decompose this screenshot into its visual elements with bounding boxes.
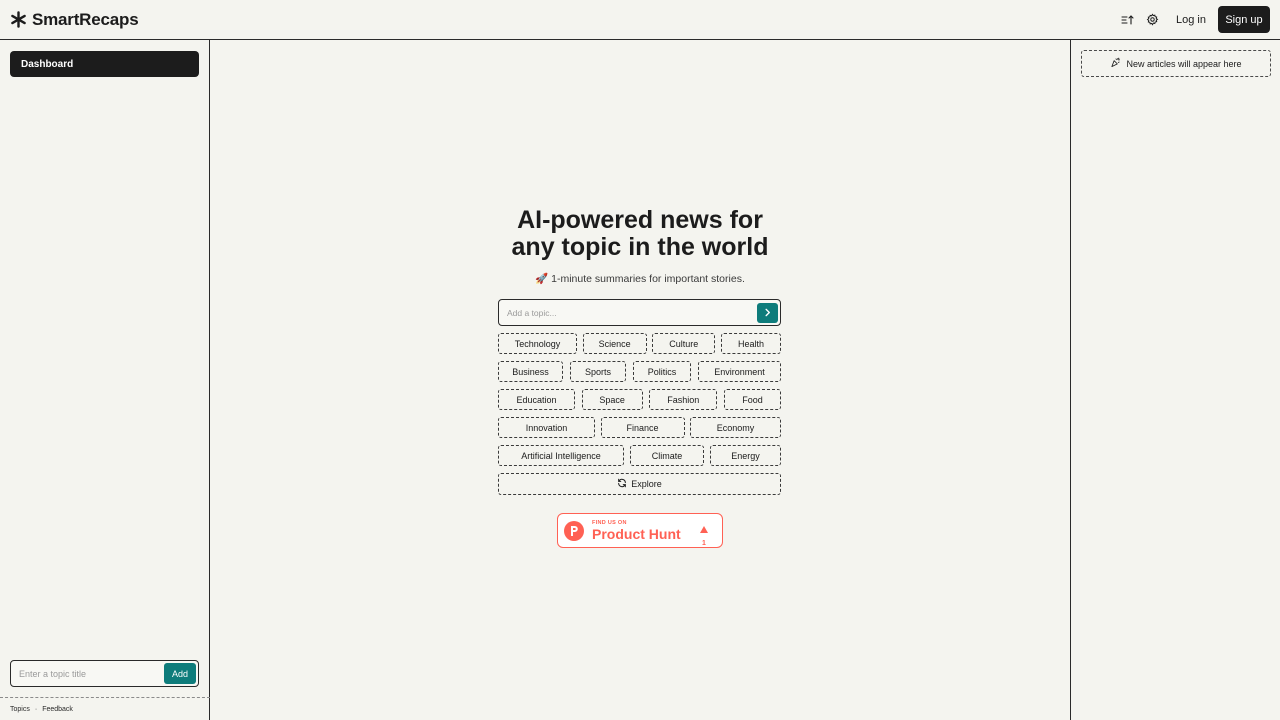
upvote-counter: 1 (700, 520, 708, 547)
sort-icon[interactable] (1116, 9, 1138, 31)
gear-icon[interactable] (1141, 9, 1163, 31)
top-bar: SmartRecaps Log in Sign up (0, 0, 1280, 40)
feedback-link[interactable]: Feedback (42, 706, 73, 713)
main-content: AI-powered news for any topic in the wor… (211, 40, 1069, 720)
subtitle: 🚀 1-minute summaries for important stori… (535, 273, 745, 285)
topic-chip[interactable]: Economy (690, 417, 781, 438)
topic-row: Business Sports Politics Environment (498, 361, 781, 382)
topic-chip[interactable]: Culture (652, 333, 716, 354)
topic-chip[interactable]: Environment (698, 361, 781, 382)
topic-row: Education Space Fashion Food (498, 389, 781, 410)
header-actions: Log in Sign up (1116, 6, 1270, 33)
product-hunt-logo-icon (564, 520, 584, 541)
title-line-1: AI-powered news for (517, 206, 763, 234)
explore-label: Explore (631, 479, 662, 489)
topic-chip[interactable]: Climate (630, 445, 704, 466)
topic-chip[interactable]: Finance (600, 417, 685, 438)
party-popper-icon (1110, 57, 1121, 70)
topic-chip[interactable]: Artificial Intelligence (498, 445, 624, 466)
title-line-2: any topic in the world (511, 233, 769, 261)
topic-chip[interactable]: Health (720, 333, 781, 354)
add-button[interactable]: Add (164, 663, 196, 684)
topic-row: Technology Science Culture Health (498, 333, 781, 354)
left-sidebar: Dashboard Add Topics · Feedback (0, 40, 210, 720)
login-link[interactable]: Log in (1176, 14, 1206, 26)
refresh-icon (617, 478, 627, 490)
topic-chip[interactable]: Space (581, 389, 643, 410)
new-articles-placeholder: New articles will appear here (1081, 50, 1271, 77)
topic-title-input[interactable] (11, 668, 151, 679)
chevron-right-icon (763, 304, 772, 322)
brand[interactable]: SmartRecaps (10, 9, 139, 30)
topic-chip[interactable]: Technology (498, 333, 577, 354)
topic-chip[interactable]: Politics (633, 361, 691, 382)
add-topic-form: Add (10, 660, 199, 687)
signup-button[interactable]: Sign up (1218, 6, 1270, 33)
topic-chip[interactable]: Energy (710, 445, 781, 466)
topic-row: Innovation Finance Economy (498, 417, 781, 438)
product-hunt-badge[interactable]: FIND US ON Product Hunt 1 (557, 513, 723, 548)
topic-chip[interactable]: Business (498, 361, 563, 382)
dashboard-button[interactable]: Dashboard (10, 51, 199, 77)
explore-button[interactable]: Explore (498, 473, 781, 495)
topics-link[interactable]: Topics (10, 706, 30, 713)
asterisk-logo-icon (10, 11, 27, 28)
add-topic-input[interactable] (499, 307, 729, 318)
new-articles-label: New articles will appear here (1126, 58, 1242, 69)
topic-chip[interactable]: Sports (570, 361, 626, 382)
brand-name: SmartRecaps (32, 9, 139, 29)
topic-row: Artificial Intelligence Climate Energy (498, 445, 781, 466)
topic-chip[interactable]: Food (723, 389, 781, 410)
sidebar-footer: Topics · Feedback (0, 697, 210, 720)
topic-chip[interactable]: Science (582, 333, 647, 354)
page-title: AI-powered news for any topic in the wor… (211, 207, 1069, 261)
topic-search-bar (498, 299, 781, 326)
product-hunt-name: Product Hunt (592, 525, 681, 542)
upvote-count: 1 (702, 540, 706, 547)
product-hunt-text: FIND US ON Product Hunt (592, 520, 681, 542)
footer-separator: · (34, 705, 38, 713)
topic-chip[interactable]: Education (498, 389, 575, 410)
submit-topic-button[interactable] (757, 302, 778, 323)
topic-chip[interactable]: Innovation (498, 417, 595, 438)
topic-chip[interactable]: Fashion (649, 389, 718, 410)
right-sidebar: New articles will appear here (1070, 40, 1280, 720)
triangle-up-icon (700, 520, 708, 538)
